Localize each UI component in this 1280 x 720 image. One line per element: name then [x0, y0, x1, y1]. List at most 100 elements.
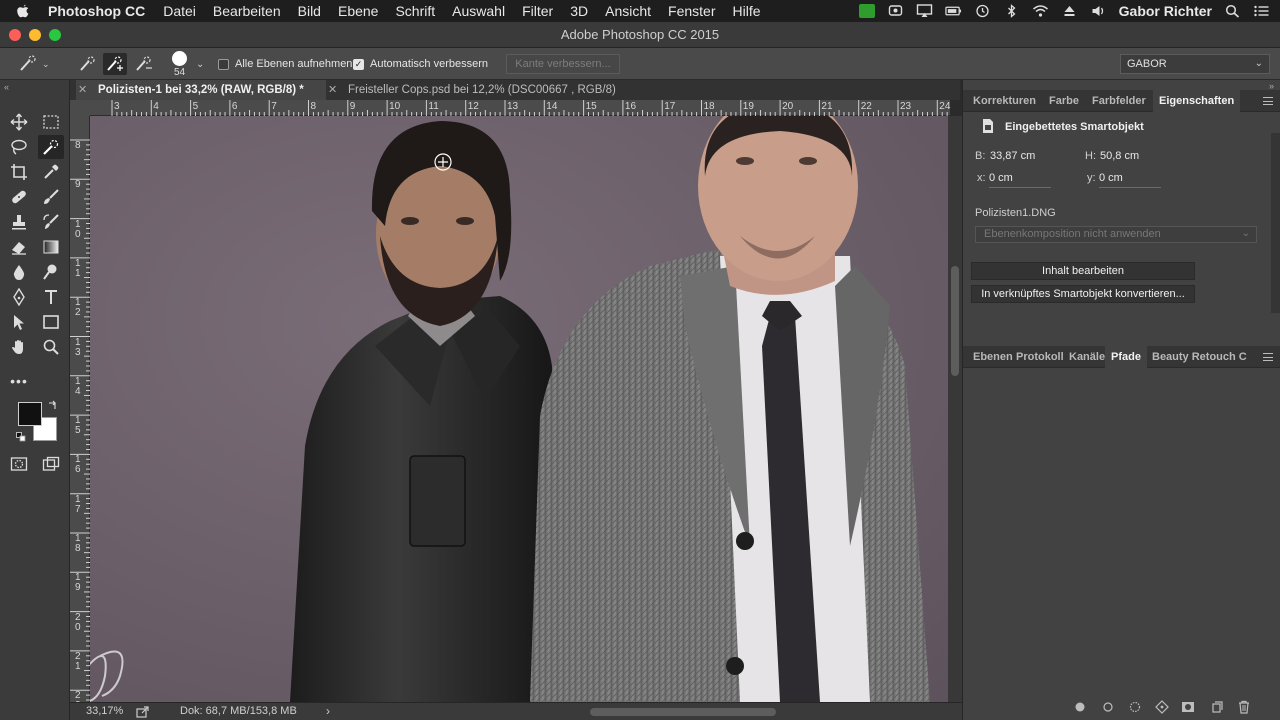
- panel-menu-icon[interactable]: [1263, 353, 1273, 361]
- close-window-button[interactable]: [9, 29, 21, 41]
- x-input[interactable]: 0 cm: [989, 172, 1051, 188]
- hand-tool[interactable]: [6, 335, 32, 359]
- menubar-user[interactable]: Gabor Richter: [1119, 3, 1212, 19]
- vertical-ruler[interactable]: 891 01 11 21 31 41 51 61 71 81 92 02 12 …: [70, 116, 90, 711]
- tools-collapse-handle[interactable]: «: [4, 82, 9, 92]
- default-colors-icon[interactable]: [16, 432, 26, 442]
- cast-icon[interactable]: [887, 4, 904, 18]
- subtract-from-selection-mode[interactable]: [134, 48, 154, 80]
- screen-mode-button[interactable]: [38, 452, 64, 476]
- menu-hilfe[interactable]: Hilfe: [733, 3, 761, 19]
- clone-stamp-tool[interactable]: [6, 210, 32, 234]
- brush-size-picker[interactable]: 54: [172, 48, 187, 80]
- close-icon[interactable]: ✕: [78, 80, 87, 100]
- foreground-color-swatch[interactable]: [18, 402, 42, 426]
- properties-scrollbar[interactable]: [1271, 133, 1280, 313]
- menu-fenster[interactable]: Fenster: [668, 3, 715, 19]
- tab-eigenschaften[interactable]: Eigenschaften: [1153, 90, 1241, 112]
- horizontal-scroll-thumb[interactable]: [590, 708, 776, 716]
- fill-path-icon[interactable]: [1073, 700, 1087, 714]
- add-to-selection-mode[interactable]: [103, 48, 127, 80]
- tool-preset-picker[interactable]: ⌄: [18, 48, 50, 80]
- brush-tool[interactable]: [38, 185, 64, 209]
- chevron-right-icon[interactable]: ›: [326, 704, 330, 718]
- menu-auswahl[interactable]: Auswahl: [452, 3, 505, 19]
- load-as-selection-icon[interactable]: [1128, 700, 1142, 714]
- notification-center-icon[interactable]: [1253, 4, 1270, 18]
- sample-all-layers-option[interactable]: Alle Ebenen aufnehmen: [218, 48, 352, 80]
- brush-size-dropdown[interactable]: ⌄: [196, 48, 204, 80]
- path-selection-tool[interactable]: [6, 310, 32, 334]
- tab-korrekturen[interactable]: Korrekturen: [973, 90, 1036, 112]
- volume-icon[interactable]: [1090, 4, 1107, 18]
- make-work-path-icon[interactable]: [1155, 700, 1169, 714]
- zoom-window-button[interactable]: [49, 29, 61, 41]
- apple-icon[interactable]: [14, 3, 32, 19]
- menu-app-name[interactable]: Photoshop CC: [48, 3, 145, 19]
- menu-datei[interactable]: Datei: [163, 3, 196, 19]
- new-path-icon[interactable]: [1211, 700, 1225, 714]
- lasso-tool[interactable]: [6, 135, 32, 159]
- spotlight-search-icon[interactable]: [1224, 4, 1241, 18]
- width-value[interactable]: 33,87 cm: [990, 150, 1035, 162]
- airplay-icon[interactable]: [916, 4, 933, 18]
- bluetooth-icon[interactable]: [1003, 4, 1020, 18]
- eject-icon[interactable]: [1061, 4, 1078, 18]
- menu-bild[interactable]: Bild: [298, 3, 321, 19]
- nvidia-icon[interactable]: [858, 4, 875, 18]
- y-input[interactable]: 0 cm: [1099, 172, 1161, 188]
- convert-to-linked-button[interactable]: In verknüpftes Smartobjekt konvertieren.…: [971, 285, 1195, 303]
- horizontal-ruler[interactable]: 3 4 5 6 7 8 9 10 11 12 13 14 15 16 17 18 19 20 21 22 23 24: [90, 100, 950, 116]
- edit-contents-button[interactable]: Inhalt bearbeiten: [971, 262, 1195, 280]
- menu-schrift[interactable]: Schrift: [395, 3, 435, 19]
- sample-all-layers-checkbox[interactable]: [218, 58, 229, 70]
- pen-tool[interactable]: [6, 285, 32, 309]
- move-tool[interactable]: [6, 110, 32, 134]
- quick-mask-button[interactable]: [6, 452, 32, 476]
- battery-icon[interactable]: [944, 4, 962, 18]
- auto-enhance-checkbox[interactable]: ✓: [353, 58, 364, 70]
- tab-pfade[interactable]: Pfade: [1105, 346, 1147, 368]
- workspace-select[interactable]: GABOR ⌄: [1120, 54, 1270, 74]
- zoom-level[interactable]: 33,17%: [86, 705, 123, 717]
- ruler-origin[interactable]: [70, 100, 90, 116]
- tab-kanaele[interactable]: Kanäle: [1069, 346, 1105, 368]
- time-machine-icon[interactable]: [974, 4, 991, 18]
- vertical-scroll-thumb[interactable]: [951, 266, 959, 376]
- document-canvas[interactable]: [90, 116, 948, 702]
- eraser-tool[interactable]: [6, 235, 32, 259]
- quick-selection-tool[interactable]: [38, 135, 64, 159]
- marquee-tool[interactable]: [38, 110, 64, 134]
- crop-tool[interactable]: [6, 160, 32, 184]
- history-brush-tool[interactable]: [38, 210, 64, 234]
- panel-menu-icon[interactable]: [1263, 97, 1273, 105]
- auto-enhance-option[interactable]: ✓ Automatisch verbessern: [353, 48, 488, 80]
- menu-bearbeiten[interactable]: Bearbeiten: [213, 3, 281, 19]
- new-selection-mode[interactable]: [78, 48, 98, 80]
- eyedropper-tool[interactable]: [38, 160, 64, 184]
- height-value[interactable]: 50,8 cm: [1100, 150, 1139, 162]
- blur-tool[interactable]: [6, 260, 32, 284]
- dodge-tool[interactable]: [38, 260, 64, 284]
- gradient-tool[interactable]: [38, 235, 64, 259]
- paths-panel-content[interactable]: [963, 369, 1280, 689]
- swap-colors-icon[interactable]: [48, 400, 58, 410]
- menu-filter[interactable]: Filter: [522, 3, 553, 19]
- refine-edge-button[interactable]: Kante verbessern...: [506, 54, 620, 74]
- minimize-window-button[interactable]: [29, 29, 41, 41]
- stroke-path-icon[interactable]: [1101, 700, 1115, 714]
- vertical-scrollbar[interactable]: [948, 116, 962, 702]
- tab-farbfelder[interactable]: Farbfelder: [1092, 90, 1146, 112]
- wifi-icon[interactable]: [1032, 4, 1049, 18]
- share-icon[interactable]: [136, 706, 150, 718]
- healing-brush-tool[interactable]: [6, 185, 32, 209]
- zoom-tool[interactable]: [38, 335, 64, 359]
- edit-toolbar-button[interactable]: •••: [6, 369, 32, 393]
- type-tool[interactable]: [38, 285, 64, 309]
- close-icon[interactable]: ✕: [328, 80, 337, 100]
- menu-ansicht[interactable]: Ansicht: [605, 3, 651, 19]
- tab-farbe[interactable]: Farbe: [1049, 90, 1079, 112]
- tab-beauty-retouch[interactable]: Beauty Retouch C: [1152, 346, 1247, 368]
- layer-comp-select[interactable]: Ebenenkomposition nicht anwenden ⌄: [975, 226, 1257, 243]
- tab-freisteller-cops[interactable]: ✕ Freisteller Cops.psd bei 12,2% (DSC006…: [326, 80, 656, 100]
